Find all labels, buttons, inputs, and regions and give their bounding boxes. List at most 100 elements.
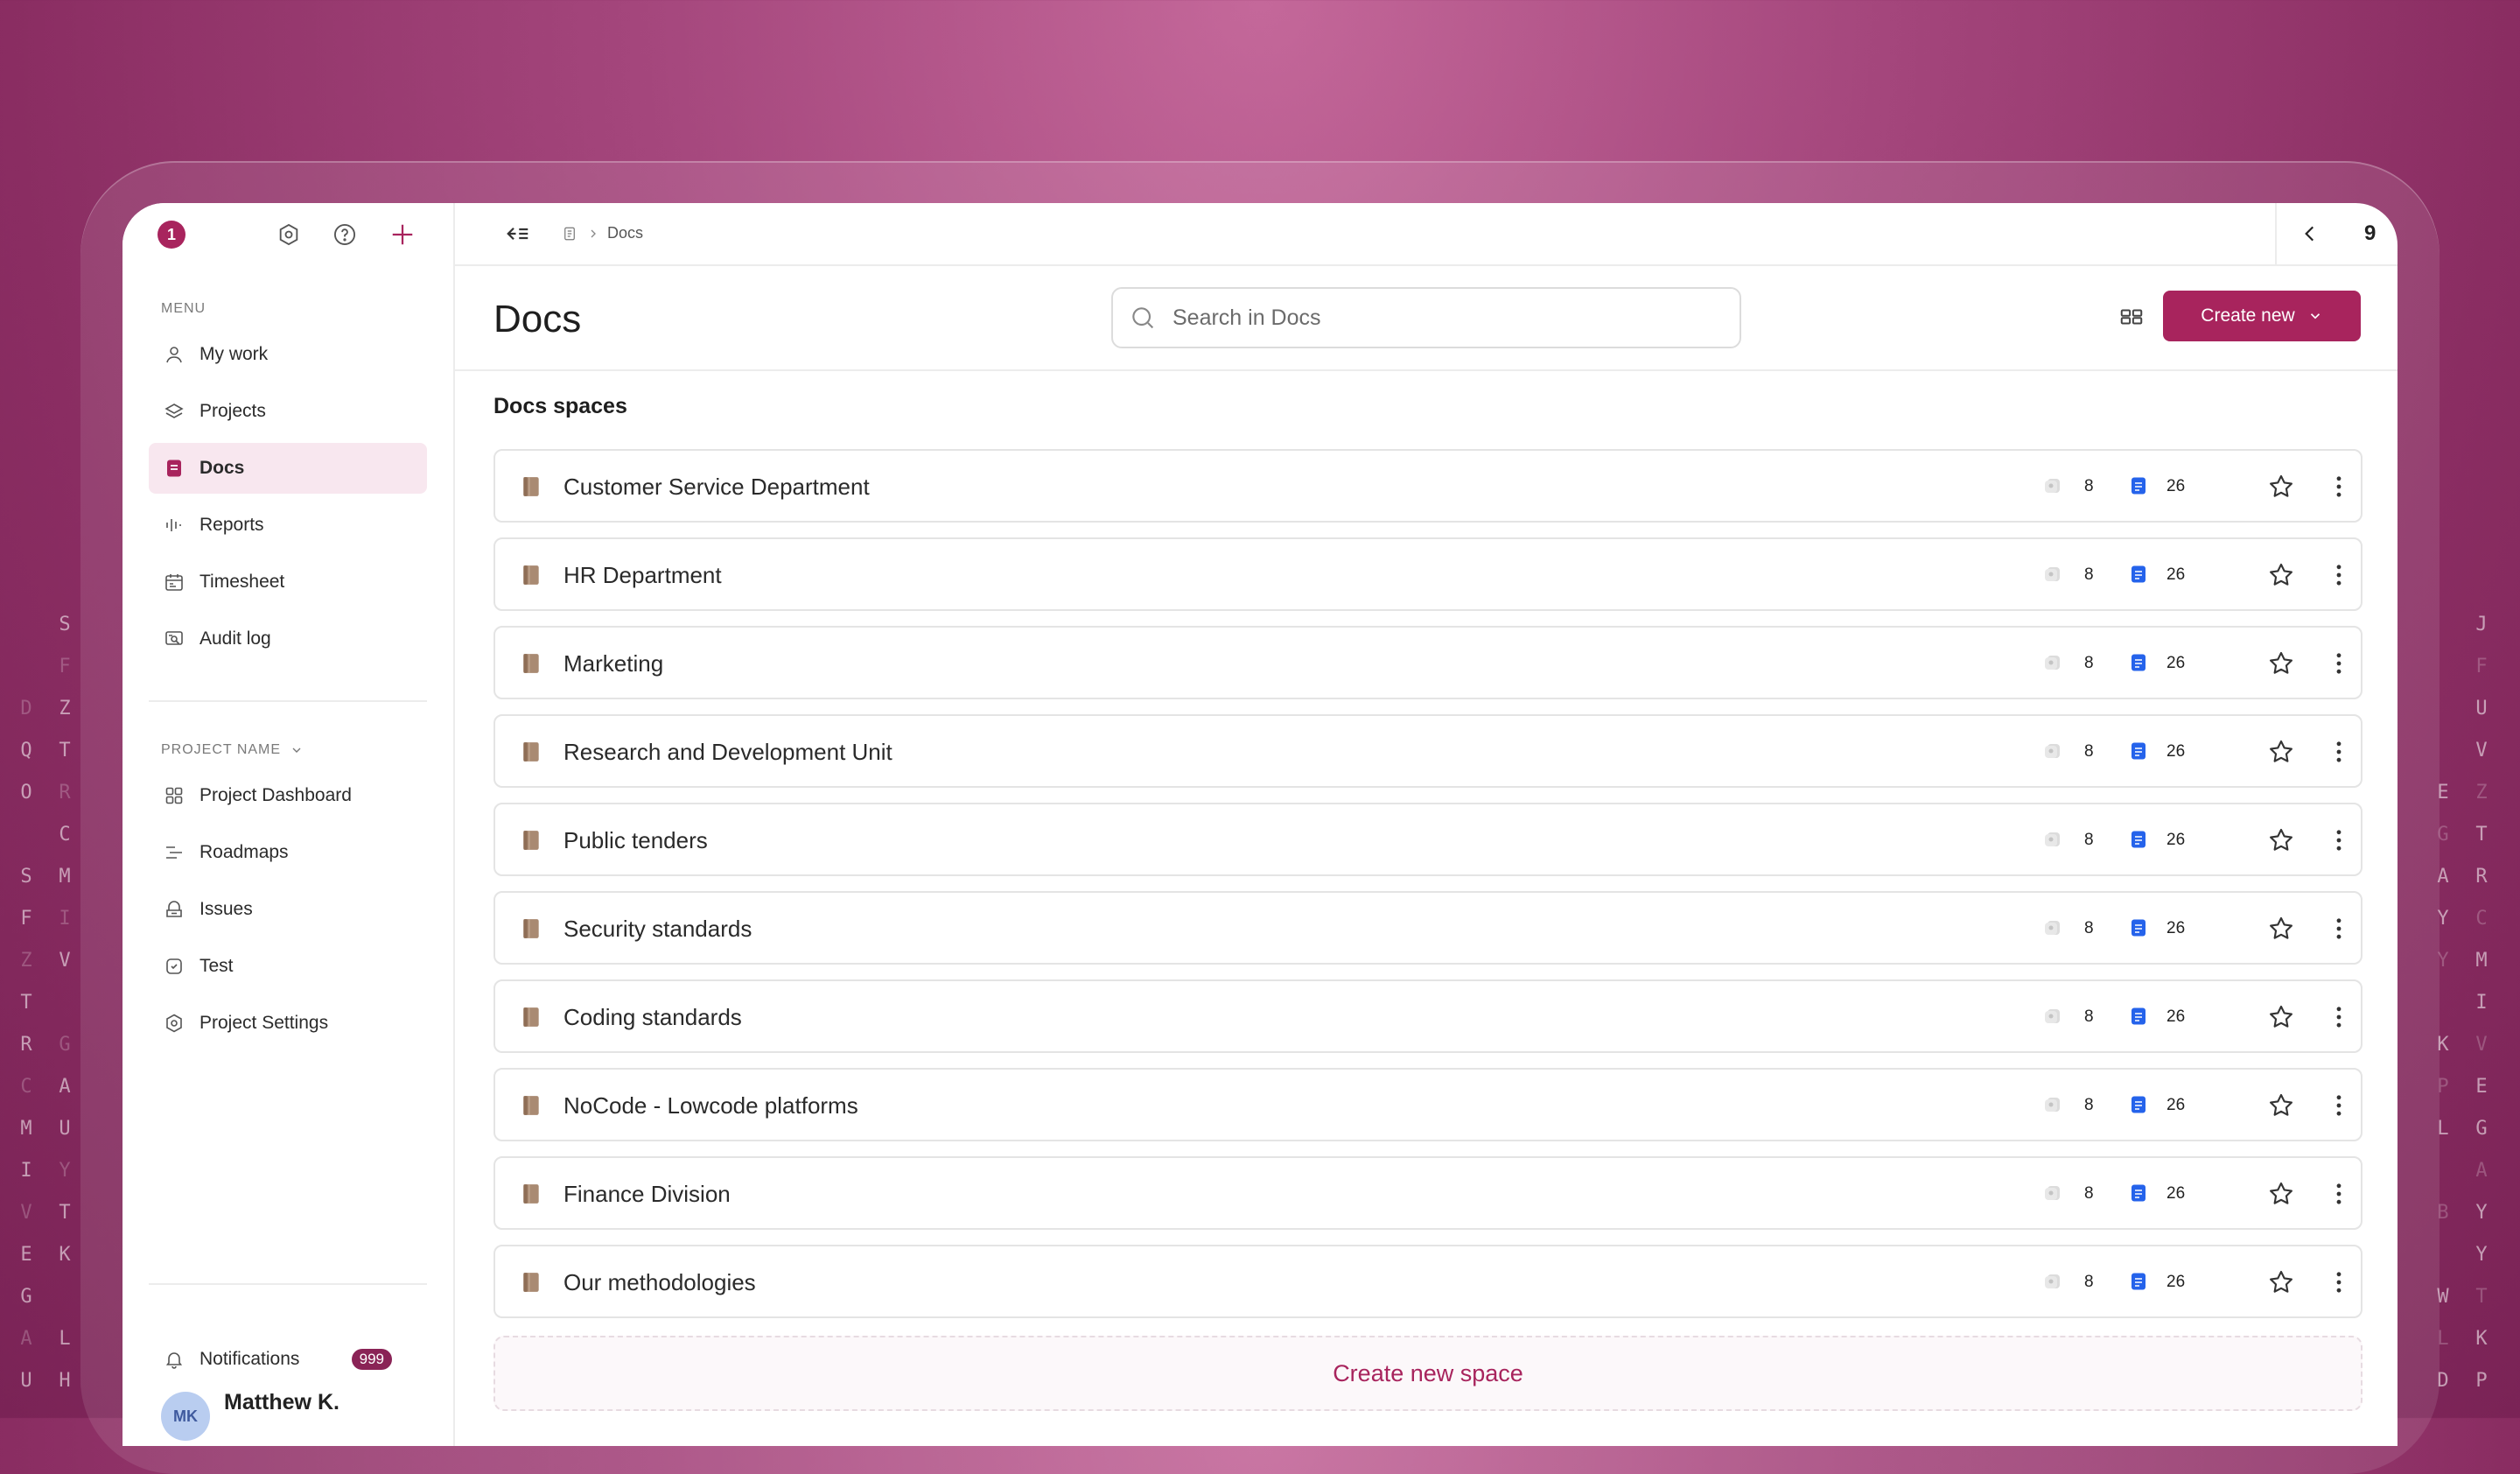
sidebar-project-item-roadmaps[interactable]: Roadmaps [149, 827, 427, 878]
more-options-icon[interactable] [2324, 1267, 2354, 1302]
decor-letter: U [59, 1118, 71, 1140]
sidebar-item-docs[interactable]: Docs [149, 443, 427, 494]
pages-icon [2128, 652, 2149, 677]
help-icon[interactable] [329, 219, 360, 250]
create-new-space-button[interactable]: Create new space [494, 1336, 2362, 1411]
more-options-icon[interactable] [2324, 1091, 2354, 1125]
sidebar-item-label: Roadmaps [200, 842, 289, 862]
more-options-icon[interactable] [2324, 472, 2354, 506]
space-name: Customer Service Department [564, 474, 870, 500]
collapse-sidebar-icon[interactable] [504, 221, 532, 251]
sidebar-item-projects[interactable]: Projects [149, 386, 427, 437]
sidebar-project-item-issues[interactable]: Issues [149, 884, 427, 935]
docs-space-row[interactable]: Our methodologies 8 26 [494, 1245, 2362, 1318]
pages-icon [2128, 1271, 2149, 1296]
star-icon[interactable] [2266, 472, 2296, 506]
star-icon[interactable] [2266, 1002, 2296, 1036]
docs-space-row[interactable]: HR Department 8 26 [494, 537, 2362, 611]
pages-count: 26 [2166, 654, 2186, 672]
more-options-icon[interactable] [2324, 649, 2354, 683]
decor-letter: T [20, 992, 32, 1014]
decor-letter: F [59, 656, 71, 677]
members-count: 8 [2084, 1096, 2094, 1114]
docs-space-row[interactable]: Finance Division 8 26 [494, 1156, 2362, 1230]
search-input[interactable] [1171, 304, 1699, 332]
more-options-icon[interactable] [2324, 560, 2354, 594]
more-options-icon[interactable] [2324, 1179, 2354, 1213]
docs-space-row[interactable]: Security standards 8 26 [494, 891, 2362, 965]
star-icon[interactable] [2266, 825, 2296, 860]
pages-icon [2128, 1094, 2149, 1120]
page-header: Docs Create new [455, 266, 2398, 371]
docs-space-row[interactable]: Coding standards 8 26 [494, 979, 2362, 1053]
decor-letter: T [2475, 1286, 2488, 1308]
decor-letter: P [2475, 1370, 2488, 1392]
avatar[interactable]: MK [161, 1392, 210, 1441]
decor-letter: F [20, 908, 32, 930]
chevron-left-icon[interactable] [2299, 222, 2321, 245]
sidebar-item-audit-log[interactable]: Audit log [149, 614, 427, 664]
star-icon[interactable] [2266, 1179, 2296, 1213]
create-new-button[interactable]: Create new [2163, 291, 2361, 341]
user-name[interactable]: Matthew K. [224, 1390, 340, 1415]
more-options-icon[interactable] [2324, 737, 2354, 771]
breadcrumb-item-docs[interactable]: Docs [607, 224, 643, 242]
sidebar-item-my-work[interactable]: My work [149, 329, 427, 380]
user-icon [163, 343, 186, 366]
sidebar-project-item-test[interactable]: Test [149, 941, 427, 992]
docs-space-row[interactable]: Public tenders 8 26 [494, 803, 2362, 876]
search-box[interactable] [1111, 287, 1741, 348]
doc-icon [564, 227, 575, 240]
space-name: Security standards [564, 916, 752, 942]
sidebar-item-label: Reports [200, 515, 264, 535]
app-logo[interactable]: 1 [158, 221, 186, 249]
star-icon[interactable] [2266, 737, 2296, 771]
project-selector[interactable]: PROJECT NAME [161, 742, 304, 758]
star-icon[interactable] [2266, 914, 2296, 948]
sidebar-item-label: Timesheet [200, 572, 285, 592]
star-icon[interactable] [2266, 649, 2296, 683]
decor-letter: D [20, 698, 32, 719]
members-icon [2042, 1006, 2063, 1031]
decor-letter: Y [2475, 1244, 2488, 1266]
docs-space-row[interactable]: Marketing 8 26 [494, 626, 2362, 699]
star-icon[interactable] [2266, 560, 2296, 594]
decor-letter: A [20, 1328, 32, 1350]
star-icon[interactable] [2266, 1267, 2296, 1302]
chevron-down-icon [292, 748, 301, 753]
decor-letter: Q [20, 740, 32, 762]
docs-space-row[interactable]: Customer Service Department 8 26 [494, 449, 2362, 523]
pages-count: 26 [2166, 742, 2186, 761]
more-options-icon[interactable] [2324, 914, 2354, 948]
settings-icon[interactable] [273, 219, 304, 250]
space-name: Research and Development Unit [564, 739, 892, 765]
sidebar-item-reports[interactable]: Reports [149, 500, 427, 551]
sidebar-project-item-project-settings[interactable]: Project Settings [149, 998, 427, 1049]
view-toggle-icon[interactable] [2114, 299, 2149, 334]
docs-spaces-title: Docs spaces [494, 394, 627, 418]
decor-letter: K [2475, 1328, 2488, 1350]
decor-letter: K [59, 1244, 71, 1266]
decor-letter: H [59, 1370, 71, 1392]
members-icon [2042, 1271, 2063, 1296]
docs-space-row[interactable]: NoCode - Lowcode platforms 8 26 [494, 1068, 2362, 1141]
decor-letter: R [20, 1034, 32, 1056]
decor-letter: Z [20, 950, 32, 972]
book-icon [520, 1006, 542, 1033]
pages-count: 26 [2166, 565, 2186, 584]
pages-icon [2128, 475, 2149, 501]
decor-letter: L [59, 1328, 71, 1350]
pages-icon [2128, 1183, 2149, 1208]
plus-icon[interactable] [387, 219, 418, 250]
star-icon[interactable] [2266, 1091, 2296, 1125]
sidebar-item-timesheet[interactable]: Timesheet [149, 557, 427, 607]
docs-space-row[interactable]: Research and Development Unit 8 26 [494, 714, 2362, 788]
more-options-icon[interactable] [2324, 825, 2354, 860]
sidebar-project-item-project-dashboard[interactable]: Project Dashboard [149, 770, 427, 821]
chevron-right-icon [591, 229, 596, 237]
settings-icon [163, 1012, 186, 1035]
more-options-icon[interactable] [2324, 1002, 2354, 1036]
notifications-item[interactable]: Notifications 999 [149, 1334, 427, 1385]
issues-icon [163, 898, 186, 921]
bell-icon [163, 1348, 186, 1371]
